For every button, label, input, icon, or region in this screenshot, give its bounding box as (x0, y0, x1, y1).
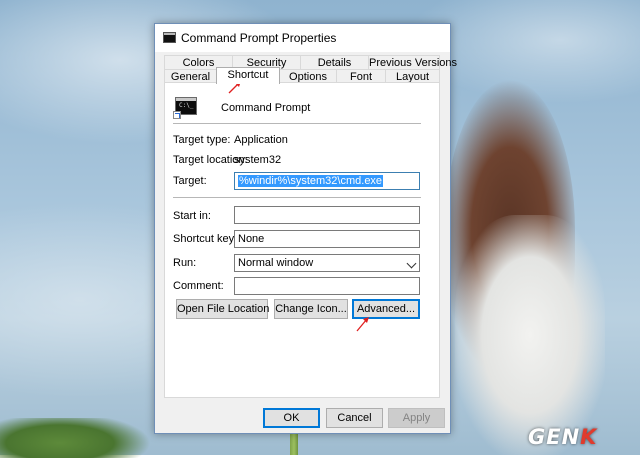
app-name: Command Prompt (221, 102, 311, 114)
properties-dialog: Command Prompt Properties Colors Securit… (154, 23, 457, 434)
comment-label: Comment: (173, 280, 224, 292)
cancel-button[interactable]: Cancel (326, 408, 383, 428)
genk-watermark: GENK (528, 425, 597, 449)
change-icon-button[interactable]: Change Icon... (274, 299, 348, 319)
chevron-down-icon (406, 258, 417, 269)
open-file-location-button[interactable]: Open File Location (176, 299, 269, 319)
divider (173, 197, 421, 198)
ok-button[interactable]: OK (263, 408, 320, 428)
target-input[interactable]: %windir%\system32\cmd.exe (234, 172, 420, 190)
cmd-window-icon (163, 32, 176, 43)
watermark-accent: K (580, 425, 598, 449)
background-photo-leaf (0, 418, 150, 458)
watermark-text: GEN (528, 425, 581, 449)
window-title: Command Prompt Properties (181, 31, 337, 45)
shortcut-key-label: Shortcut key: (173, 233, 238, 245)
run-label: Run: (173, 257, 197, 269)
target-label: Target: (173, 175, 207, 187)
shortcut-key-input[interactable]: None (234, 230, 420, 248)
run-select-value: Normal window (238, 257, 314, 269)
divider (173, 123, 421, 124)
annotation-arrow-advanced-button (356, 317, 369, 332)
run-select[interactable]: Normal window (234, 254, 420, 272)
comment-input[interactable] (234, 277, 420, 295)
background-photo-shirt (455, 215, 605, 455)
apply-button[interactable]: Apply (388, 408, 445, 428)
tab-previous-versions[interactable]: Previous Versions (368, 55, 457, 70)
start-in-input[interactable] (234, 206, 420, 224)
shortcut-overlay-icon (173, 111, 181, 119)
target-type-label: Target type: (173, 134, 231, 146)
target-type-value: Application (234, 134, 288, 146)
start-in-label: Start in: (173, 210, 211, 222)
tab-shortcut[interactable]: Shortcut (216, 67, 280, 84)
title-bar[interactable]: Command Prompt Properties (155, 24, 450, 52)
target-location-value: system32 (234, 154, 282, 166)
tab-details[interactable]: Details (300, 55, 369, 70)
target-input-text: %windir%\system32\cmd.exe (238, 175, 384, 187)
